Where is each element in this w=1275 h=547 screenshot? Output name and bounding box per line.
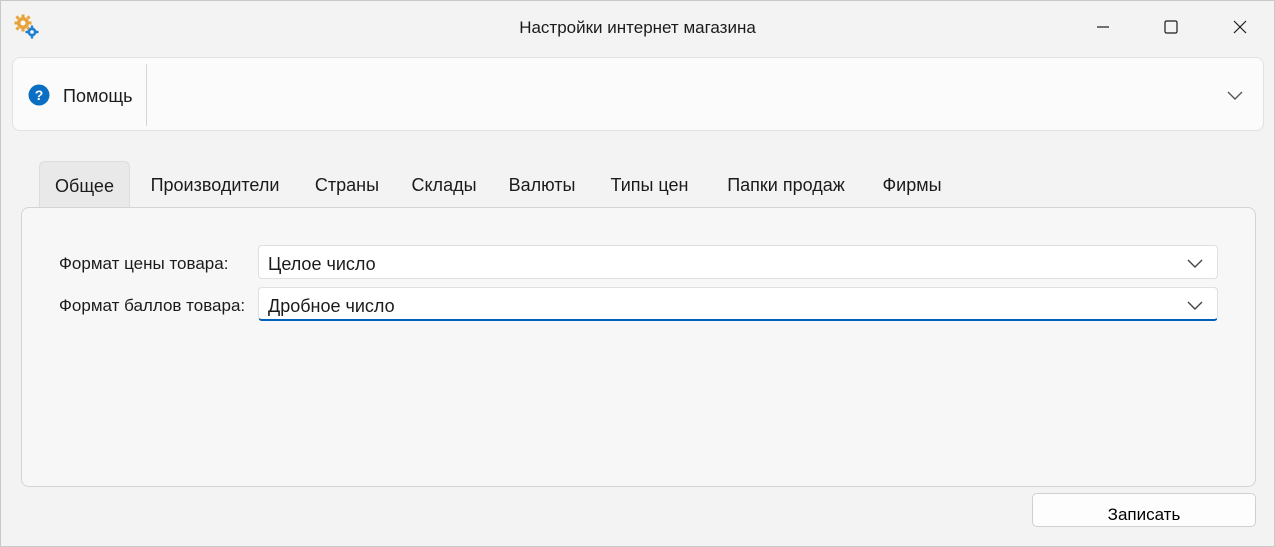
tab-sales-folders[interactable]: Папки продаж (715, 161, 857, 207)
chevron-down-icon[interactable] (1226, 88, 1244, 102)
tab-label: Папки продаж (727, 175, 845, 195)
tab-label: Склады (411, 175, 477, 195)
points-format-value: Дробное число (268, 296, 395, 316)
tab-label: Страны (314, 175, 380, 195)
tab-warehouses[interactable]: Склады (403, 161, 485, 207)
help-label: Помощь (63, 86, 133, 106)
tab-label: Производители (150, 175, 280, 195)
help-panel: ? Помощь (12, 57, 1264, 131)
maximize-icon (1164, 20, 1178, 34)
tab-countries[interactable]: Страны (306, 161, 388, 207)
price-format-value: Целое число (268, 254, 376, 274)
points-format-label: Формат баллов товара: (59, 296, 246, 315)
minimize-button[interactable] (1080, 11, 1126, 43)
settings-window: Настройки интернет магазина ? Помощь Общ… (0, 0, 1275, 547)
price-format-select[interactable]: Целое число (258, 245, 1218, 279)
help-separator (146, 64, 147, 126)
chevron-down-icon (1187, 259, 1203, 268)
tab-currencies[interactable]: Валюты (500, 161, 584, 207)
close-icon (1233, 20, 1247, 34)
maximize-button[interactable] (1148, 11, 1194, 43)
chevron-down-icon (1187, 301, 1203, 310)
title-bar[interactable]: Настройки интернет магазина (1, 1, 1274, 53)
points-format-select[interactable]: Дробное число (258, 287, 1218, 321)
tab-label: Валюты (508, 175, 576, 195)
tab-label: Типы цен (610, 175, 689, 195)
tab-firms[interactable]: Фирмы (872, 161, 952, 207)
question-circle-icon: ? (28, 84, 50, 106)
svg-text:?: ? (35, 87, 44, 103)
price-format-label: Формат цены товара: (59, 254, 229, 273)
minimize-icon (1097, 26, 1109, 28)
tab-general[interactable]: Общее (39, 161, 130, 207)
save-button[interactable]: Записать (1032, 493, 1256, 527)
tab-manufacturers[interactable]: Производители (141, 161, 289, 207)
tab-label: Общее (55, 176, 114, 196)
close-button[interactable] (1217, 11, 1263, 43)
help-button[interactable]: ? Помощь (13, 58, 147, 130)
tab-label: Фирмы (882, 175, 942, 195)
tab-price-types[interactable]: Типы цен (601, 161, 698, 207)
